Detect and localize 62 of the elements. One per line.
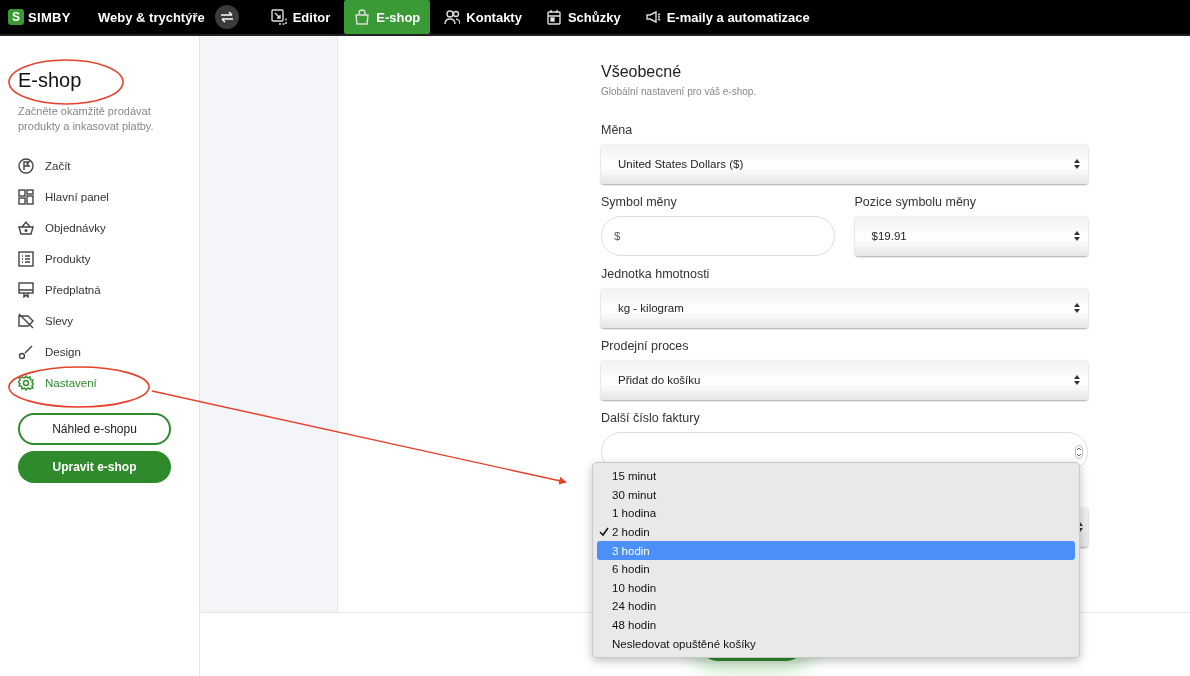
- settings-icon: [18, 374, 34, 391]
- logo-mark: S: [8, 9, 24, 25]
- logo-text: SIMBY: [28, 9, 71, 25]
- spinner-icon[interactable]: [1075, 445, 1083, 459]
- dropdown-option[interactable]: Nesledovat opuštěné košíky: [597, 634, 1075, 653]
- tag-icon: [18, 312, 34, 329]
- section-description: Globální nastavení pro váš e-shop.: [601, 86, 758, 97]
- site-name: Weby & trychtýře: [98, 9, 205, 25]
- field-label: Měna: [601, 123, 634, 137]
- sidebar-item[interactable]: Předplatná: [18, 274, 181, 305]
- dropdown-option[interactable]: 2 hodin: [597, 522, 1075, 542]
- calendar-icon: [545, 9, 562, 25]
- page-description: Začněte okamžitě prodávat produkty a inkasovat platby.: [18, 104, 155, 134]
- select-field[interactable]: kg - kilogram: [601, 288, 1088, 328]
- dropdown-option[interactable]: 24 hodin: [597, 597, 1075, 616]
- select-field[interactable]: $19.91: [854, 216, 1088, 256]
- preview-button[interactable]: Náhled e-shopu: [18, 413, 171, 445]
- sidebar-item[interactable]: Produkty: [18, 243, 181, 274]
- monitor-icon: [18, 281, 34, 298]
- field-label: Další číslo faktury: [601, 411, 701, 425]
- select-field[interactable]: Přidat do košíku: [601, 360, 1088, 400]
- field-label: Prodejní proces: [601, 339, 690, 353]
- dropdown-option[interactable]: 1 hodina: [597, 504, 1075, 523]
- select-arrows-icon: [1077, 522, 1083, 532]
- dropdown-option[interactable]: 10 hodin: [597, 578, 1075, 598]
- sidebar-item[interactable]: Hlavní panel: [18, 181, 181, 212]
- basket-icon: [18, 219, 34, 236]
- dropdown-option[interactable]: 30 minut: [597, 485, 1075, 505]
- field-label: Jednotka hmotnosti: [601, 267, 711, 281]
- page-title: E-shop: [18, 69, 83, 92]
- nav-tab[interactable]: Editor: [260, 0, 341, 34]
- nav-tab[interactable]: E-shop: [344, 0, 431, 34]
- bag-icon: [354, 9, 371, 25]
- editor-icon: [270, 9, 287, 25]
- select-arrows-icon: [1074, 303, 1080, 313]
- select-arrows-icon: [1074, 375, 1080, 385]
- dropdown-option[interactable]: 48 hodin: [597, 615, 1075, 635]
- select-field[interactable]: United States Dollars ($): [601, 144, 1088, 184]
- nav-tab[interactable]: Kontakty: [434, 0, 532, 34]
- sidebar-item[interactable]: Začít: [18, 150, 181, 181]
- section-title: Všeobecné: [601, 63, 683, 81]
- sidebar-item[interactable]: Design: [18, 336, 181, 367]
- dropdown-option[interactable]: 15 minut: [597, 467, 1075, 486]
- dropdown-option[interactable]: 6 hodin: [597, 559, 1075, 579]
- megaphone-icon: [644, 9, 661, 25]
- checkmark-icon: [599, 526, 609, 537]
- sidebar-item[interactable]: Nastavení: [18, 367, 181, 398]
- field-label: Pozice symbolu měny: [854, 195, 978, 209]
- people-icon: [444, 9, 461, 25]
- field-label: Symbol měny: [601, 195, 678, 209]
- nav-tab[interactable]: Schůzky: [535, 0, 631, 34]
- list-icon: [18, 250, 34, 267]
- select-arrows-icon: [1074, 159, 1080, 169]
- sidebar-item[interactable]: Slevy: [18, 305, 181, 336]
- grid-icon: [18, 188, 34, 205]
- select-arrows-icon: [1074, 231, 1080, 241]
- nav-tab[interactable]: E-maily a automatizace: [634, 0, 820, 34]
- flag-icon: [18, 157, 34, 174]
- edit-button[interactable]: Upravit e-shop: [18, 451, 171, 483]
- brush-icon: [18, 343, 34, 360]
- sidebar-item[interactable]: Objednávky: [18, 212, 181, 243]
- swap-icon[interactable]: [214, 5, 239, 29]
